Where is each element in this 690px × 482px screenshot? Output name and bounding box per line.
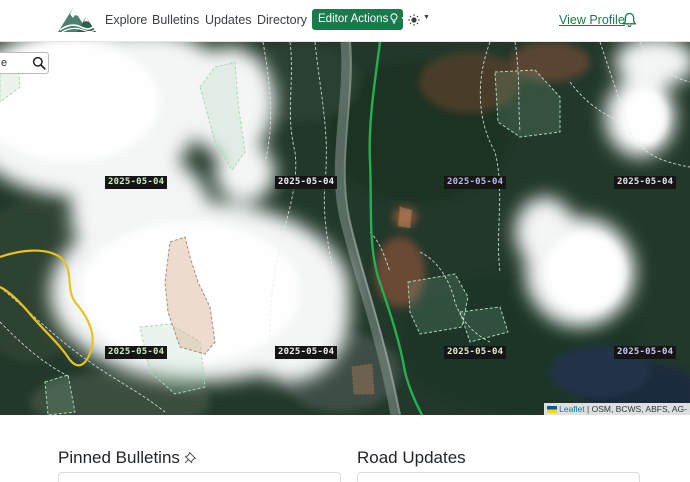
imagery-date-label: 2025-05-04 [275, 176, 338, 189]
view-profile-link[interactable]: View Profile [559, 13, 625, 27]
editor-actions-label: Editor Actions [318, 13, 389, 25]
map-attribution: Leaflet | OSM, BCWS, ABFS, AG- [544, 403, 690, 415]
map-search-input[interactable] [1, 55, 27, 71]
pinned-bulletins-title: Pinned Bulletins [58, 448, 180, 467]
search-icon[interactable] [32, 56, 46, 70]
imagery-date-label: 2025-05-04 [614, 346, 677, 359]
imagery-date-label: 2025-05-04 [444, 346, 507, 359]
nav-link-updates[interactable]: Updates [205, 13, 252, 27]
sun-icon [408, 14, 420, 26]
chevron-down-icon: ▼ [400, 16, 408, 23]
nav-link-bulletins[interactable]: Bulletins [152, 13, 199, 27]
pin-icon [184, 452, 196, 464]
nav-link-explore[interactable]: Explore [105, 13, 147, 27]
attribution-sources: | OSM, BCWS, ABFS, AG- [584, 404, 687, 414]
imagery-date-label: 2025-05-04 [105, 176, 168, 189]
imagery-date-label: 2025-05-04 [105, 346, 168, 359]
theme-toggle[interactable]: ▼ [408, 12, 430, 28]
road-updates-heading: Road Updates [357, 448, 466, 467]
ukraine-flag-icon [547, 406, 558, 413]
chevron-down-icon: ▼ [423, 14, 430, 21]
editor-actions-button[interactable]: Editor Actions ▼ [312, 9, 407, 32]
road-updates-card [357, 472, 640, 482]
pinned-bulletins-card [58, 472, 341, 482]
pinned-bulletins-heading: Pinned Bulletins [58, 448, 197, 468]
imagery-date-label: 2025-05-04 [444, 176, 507, 189]
leaflet-link[interactable]: Leaflet [559, 404, 585, 414]
nav-link-directory[interactable]: Directory [257, 13, 307, 27]
lightbulb-icon [390, 11, 398, 32]
mountain-logo-icon[interactable] [57, 5, 97, 34]
map-view[interactable]: 2025-05-04 2025-05-04 2025-05-04 2025-05… [0, 42, 690, 415]
bell-icon[interactable] [622, 12, 637, 28]
imagery-date-label: 2025-05-04 [275, 346, 338, 359]
map-search-control [0, 52, 49, 74]
imagery-date-label: 2025-05-04 [614, 176, 677, 189]
satellite-imagery [0, 42, 690, 415]
top-navbar: Explore Bulletins Updates Directory Edit… [0, 0, 690, 42]
